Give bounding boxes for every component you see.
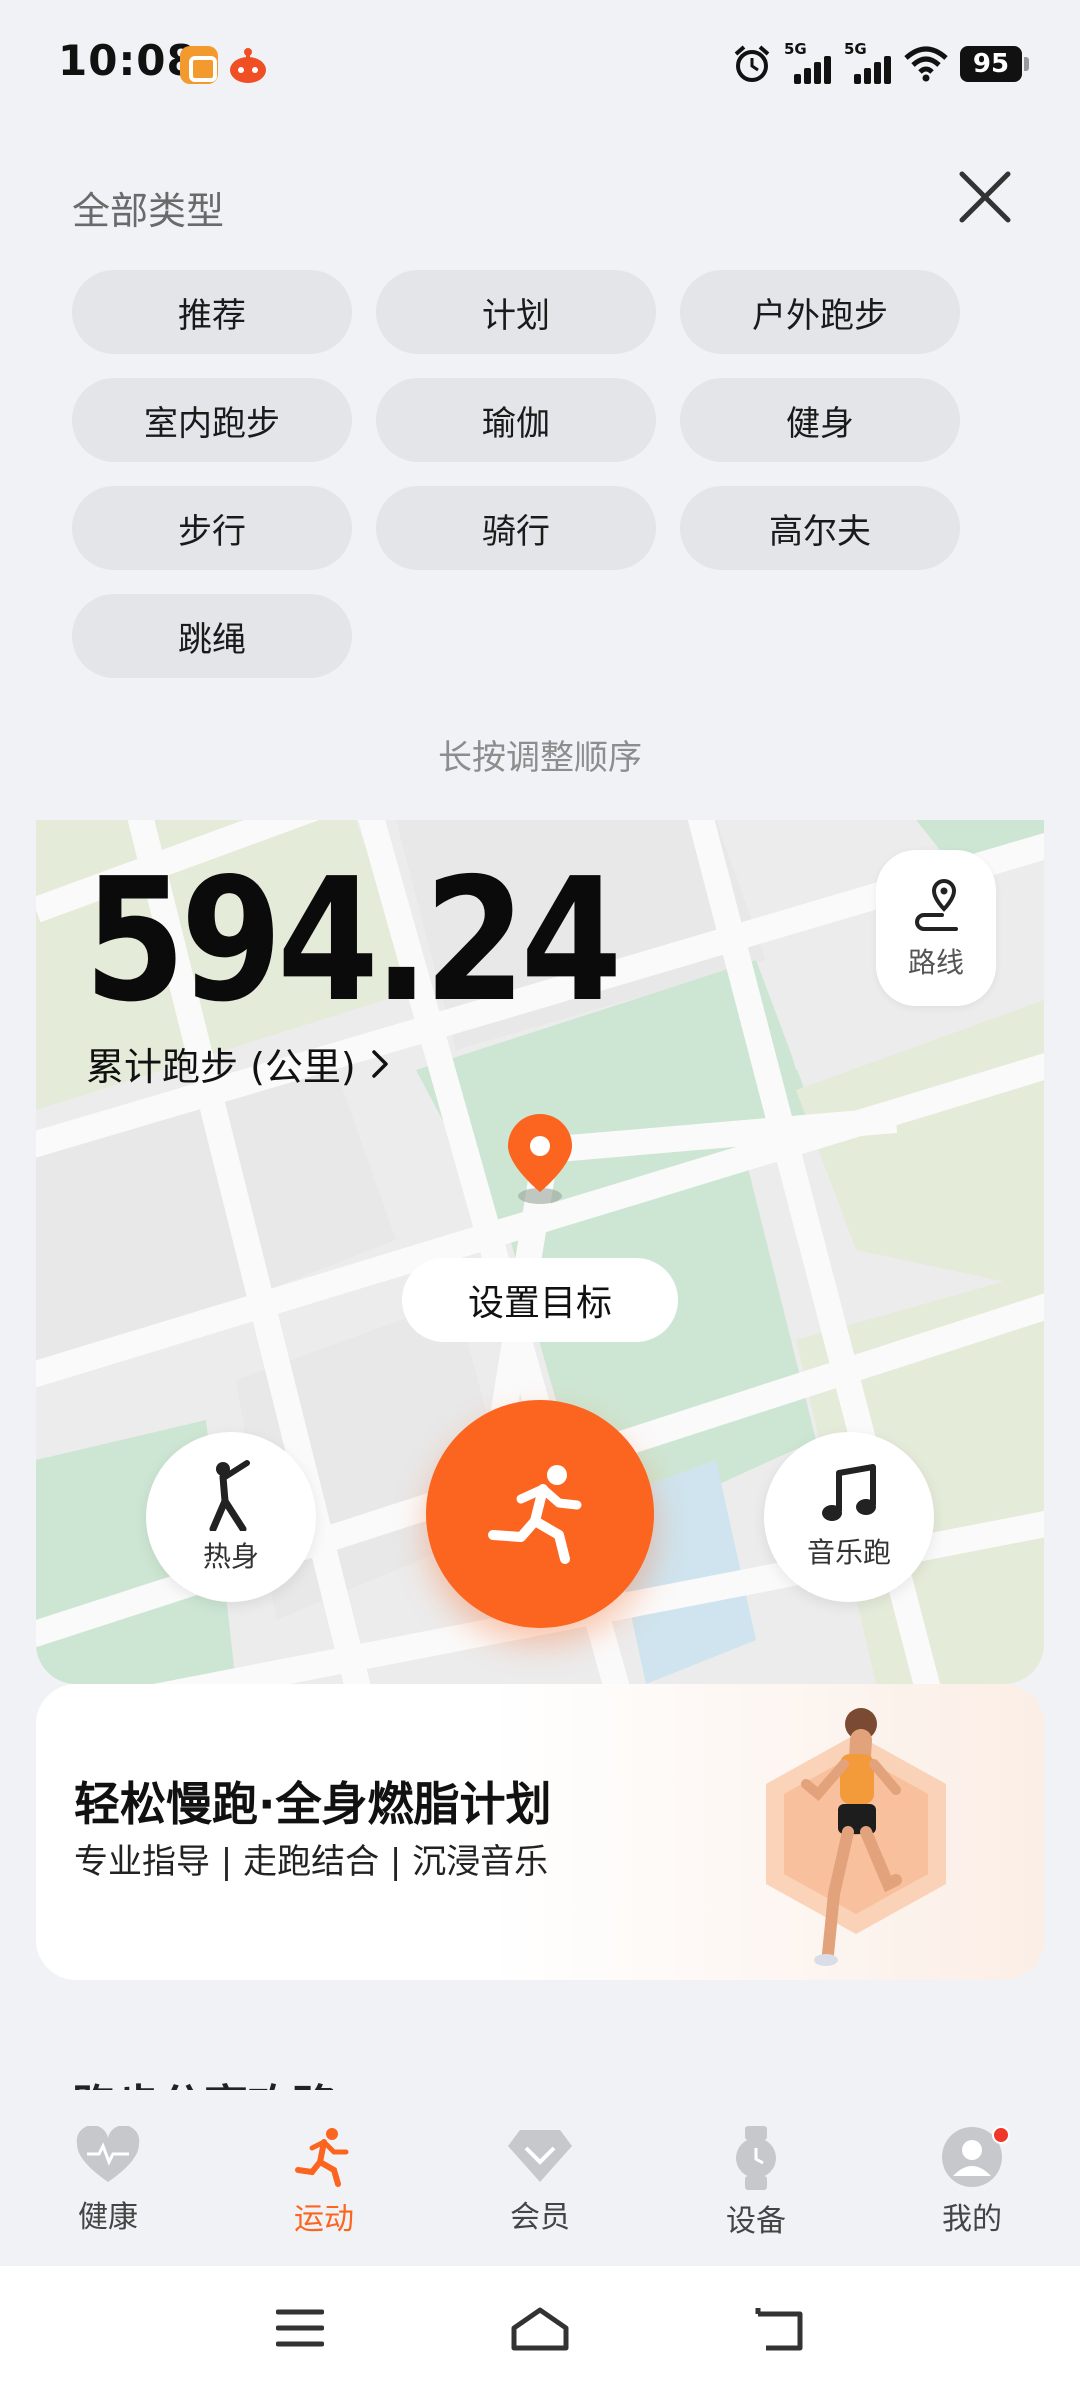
start-run-button[interactable] — [426, 1400, 654, 1628]
chip-recommend[interactable]: 推荐 — [72, 270, 352, 354]
watch-icon — [736, 2126, 776, 2190]
battery-indicator: 95 — [960, 46, 1029, 82]
runner-icon — [295, 2128, 349, 2187]
promo-title: 轻松慢跑·全身燃脂计划 — [74, 1777, 552, 1831]
status-time: 10:08 — [58, 36, 197, 85]
route-label: 路线 — [907, 946, 964, 979]
reorder-hint: 长按调整顺序 — [438, 738, 642, 778]
runner-icon — [488, 1465, 582, 1564]
chip-yoga[interactable]: 瑜伽 — [376, 378, 656, 462]
route-icon — [915, 878, 958, 931]
nav-me[interactable]: 我的 — [864, 2090, 1080, 2266]
nav-membership-label: 会员 — [510, 2200, 570, 2235]
signal-icon: 5G — [784, 40, 832, 84]
chip-outdoor-run[interactable]: 户外跑步 — [680, 270, 960, 354]
bottom-nav: 健康 运动 会员 设备 我的 — [0, 2090, 1080, 2266]
status-bar: 10:08 5G 5G 95 — [0, 0, 1080, 128]
wifi-icon — [904, 46, 948, 82]
total-distance-label: 累计跑步 (公里) — [86, 1045, 356, 1089]
chip-golf[interactable]: 高尔夫 — [680, 486, 960, 570]
category-panel-title: 全部类型 — [72, 189, 225, 233]
signal-icon-2: 5G — [844, 40, 892, 84]
alarm-icon — [734, 45, 770, 82]
nav-health-label: 健康 — [78, 2200, 138, 2235]
status-icons: 5G 5G 95 — [732, 40, 1029, 88]
music-run-button[interactable]: 音乐跑 — [764, 1432, 934, 1602]
total-distance-link[interactable]: 累计跑步 (公里) — [86, 1036, 390, 1091]
nav-exercise-label: 运动 — [294, 2202, 354, 2237]
system-navigation-bar — [0, 2266, 1080, 2392]
chevron-right-icon — [371, 1049, 388, 1078]
warmup-button[interactable]: 热身 — [146, 1432, 316, 1602]
stretch-icon — [209, 1460, 250, 1531]
close-icon[interactable] — [950, 162, 1020, 232]
music-note-icon — [822, 1464, 876, 1521]
total-distance-value: 594.24 — [84, 842, 622, 1040]
app-notification-icon — [180, 46, 218, 84]
home-icon[interactable] — [510, 2306, 570, 2352]
menu-icon[interactable] — [276, 2306, 324, 2350]
signal-label: 5G — [784, 40, 807, 58]
route-button[interactable]: 路线 — [876, 850, 996, 1006]
chip-fitness[interactable]: 健身 — [680, 378, 960, 462]
chip-plan[interactable]: 计划 — [376, 270, 656, 354]
chip-indoor-run[interactable]: 室内跑步 — [72, 378, 352, 462]
set-goal-button[interactable]: 设置目标 — [402, 1258, 678, 1342]
back-icon[interactable] — [754, 2306, 804, 2352]
warmup-label: 热身 — [202, 1540, 259, 1573]
chip-jump-rope[interactable]: 跳绳 — [72, 594, 352, 678]
nav-health[interactable]: 健康 — [0, 2090, 216, 2266]
promo-subtitle: 专业指导 | 走跑结合 | 沉浸音乐 — [74, 1842, 549, 1882]
nav-membership[interactable]: 会员 — [432, 2090, 648, 2266]
app-notification-icon-2 — [230, 48, 266, 83]
nav-exercise[interactable]: 运动 — [216, 2090, 432, 2266]
nav-devices-label: 设备 — [726, 2204, 786, 2239]
music-run-label: 音乐跑 — [806, 1536, 891, 1569]
location-pin-icon — [508, 1114, 572, 1204]
nav-me-label: 我的 — [942, 2202, 1002, 2237]
category-chip-grid: 推荐 计划 户外跑步 室内跑步 瑜伽 健身 步行 骑行 高尔夫 跳绳 — [72, 270, 972, 678]
running-map-card: 594.24 累计跑步 (公里) 路线 设置目标 热身 音乐跑 — [36, 820, 1044, 1684]
chip-walk[interactable]: 步行 — [72, 486, 352, 570]
signal-label-2: 5G — [844, 40, 867, 58]
diamond-icon — [508, 2130, 572, 2182]
promo-banner[interactable]: 轻松慢跑·全身燃脂计划 专业指导 | 走跑结合 | 沉浸音乐 — [36, 1684, 1044, 1980]
notification-dot — [992, 2126, 1010, 2144]
nav-devices[interactable]: 设备 — [648, 2090, 864, 2266]
runner-illustration — [766, 1708, 946, 1966]
heart-icon — [76, 2126, 140, 2182]
chip-cycling[interactable]: 骑行 — [376, 486, 656, 570]
